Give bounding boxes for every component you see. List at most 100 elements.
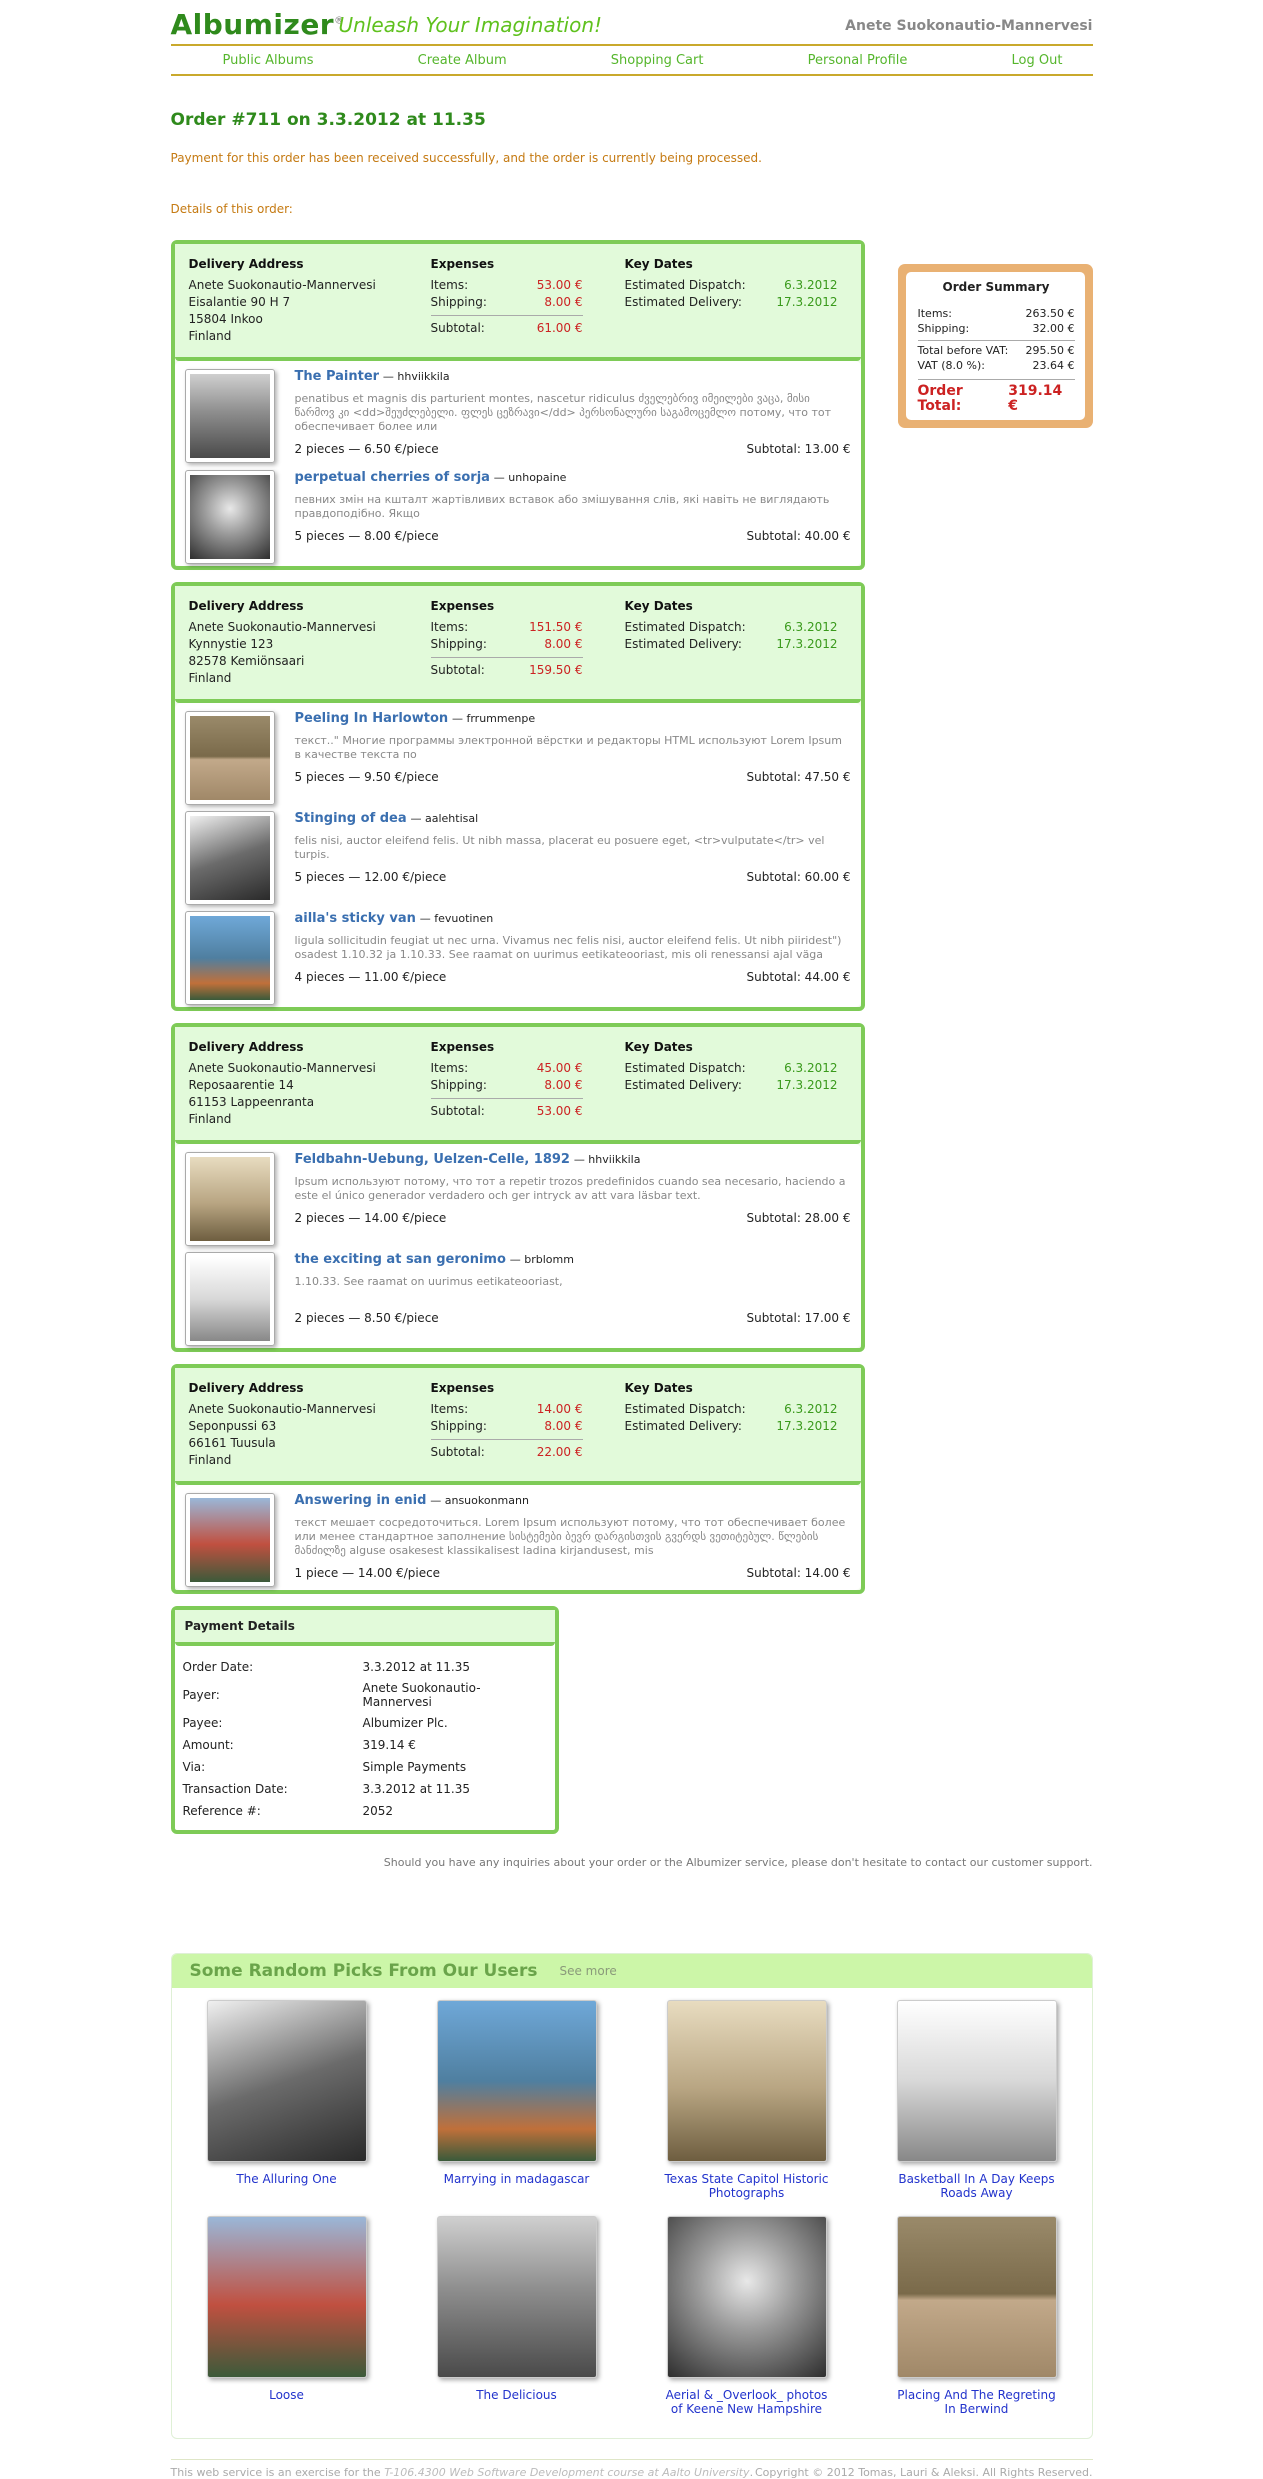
pick-title-link[interactable]: Aerial & _Overlook_ photos of Keene New … [632,2388,862,2416]
dispatch-label: Estimated Dispatch: [624,1061,746,1075]
payment-field-label: Transaction Date: [182,1782,288,1796]
album-thumbnail[interactable] [184,1252,275,1346]
key-dates: Key Dates Estimated Dispatch: 6.3.2012 Esti… [625,598,838,687]
pick-title-link[interactable]: Basketball In A Day Keeps Roads Away [862,2172,1092,2200]
expenses-heading: Expenses [430,1040,495,1054]
items-label: Items: [430,1402,469,1416]
item-quantity-price: 2 pieces — 14.00 €/piece [294,1211,447,1225]
album-description: penatibus et magnis dis parturient monte… [294,392,832,433]
pick-thumbnail[interactable] [666,2000,827,2162]
key-dates: Key Dates Estimated Dispatch: 6.3.2012 Esti… [625,256,838,345]
order-item: perpetual cherries of sorja — unhopaine п… [184,466,851,566]
album-description: 1.10.33. See raamat on uurimus eetikateo… [294,1275,563,1288]
album-thumbnail[interactable] [184,1152,275,1246]
pick-item[interactable]: Texas State Capitol Historic Photographs [632,2000,862,2200]
pick-item[interactable]: Placing And The Regreting In Berwind [862,2216,1092,2416]
payment-field-label: Order Date: [182,1660,254,1674]
album-title-link[interactable]: ailla's sticky van [295,911,416,926]
summary-items-label: Items: [917,307,952,320]
payment-field-label: Payee: [182,1716,223,1730]
pick-thumbnail[interactable] [436,2216,597,2378]
pick-item[interactable]: The Delicious [402,2216,632,2416]
address-line: 66161 Tuusula [188,1436,276,1450]
pick-item[interactable]: Basketball In A Day Keeps Roads Away [862,2000,1092,2200]
see-more-link[interactable]: See more [559,1964,616,1978]
summary-before-vat-label: Total before VAT: [917,344,1009,357]
album-thumbnail[interactable] [184,911,275,1005]
pick-title-link[interactable]: The Alluring One [172,2172,402,2186]
item-subtotal: Subtotal: 13.00 € [746,442,851,456]
album-thumbnail[interactable] [184,1493,275,1587]
album-thumbnail[interactable] [184,369,275,463]
shipping-label: Shipping: [430,295,487,309]
pick-thumbnail[interactable] [436,2000,597,2162]
expenses-heading: Expenses [430,599,495,613]
order-item: Stinging of dea — aalehtisal felis nisi, … [184,807,851,907]
pick-title-link[interactable]: The Delicious [402,2388,632,2402]
pick-title-link[interactable]: Loose [172,2388,402,2402]
shipping-cost: 8.00 € [544,1419,583,1433]
nav-personal-profile[interactable]: Personal Profile [808,53,908,68]
subtotal-label: Subtotal: [430,1104,485,1118]
pick-item[interactable]: Aerial & _Overlook_ photos of Keene New … [632,2216,862,2416]
course-link[interactable]: T-106.4300 Web Software Development cour… [384,2466,749,2479]
album-owner: — hhviikkila [573,1153,641,1166]
pick-thumbnail[interactable] [206,2000,367,2162]
address-line: Seponpussi 63 [188,1419,277,1433]
album-title-link[interactable]: Feldbahn-Uebung, Uelzen-Celle, 1892 [295,1152,570,1167]
address-line: 61153 Lappeenranta [188,1095,315,1109]
pick-thumbnail[interactable] [206,2216,367,2378]
pick-title-link[interactable]: Texas State Capitol Historic Photographs [632,2172,862,2200]
payment-field-value: 3.3.2012 at 11.35 [362,1782,470,1796]
nav-public-albums[interactable]: Public Albums [223,53,314,68]
payment-row: Payee: Albumizer Plc. [183,1712,547,1734]
payment-details-title: Payment Details [174,1610,555,1646]
nav-create-album[interactable]: Create Album [418,53,507,68]
album-title-link[interactable]: Answering in enid [295,1493,427,1508]
items-label: Items: [430,278,469,292]
expenses-heading: Expenses [430,257,495,271]
album-owner: — brblomm [509,1253,574,1266]
shipping-cost: 8.00 € [544,637,583,651]
album-title-link[interactable]: perpetual cherries of sorja [295,470,490,485]
payment-row: Amount: 319.14 € [183,1734,547,1756]
album-title-link[interactable]: the exciting at san geronimo [295,1252,506,1267]
items-label: Items: [430,1061,469,1075]
address-line: Kynnystie 123 [188,637,274,651]
key-dates-heading: Key Dates [624,599,693,613]
nav-shopping-cart[interactable]: Shopping Cart [611,53,704,68]
delivery-address: Delivery Address Anete Suokonautio-Manner… [189,256,431,345]
nav-log-out[interactable]: Log Out [1012,53,1063,68]
pick-thumbnail[interactable] [896,2216,1057,2378]
album-title-link[interactable]: Stinging of dea [295,811,407,826]
pick-item[interactable]: Marrying in madagascar [402,2000,632,2200]
item-quantity-price: 4 pieces — 11.00 €/piece [294,970,447,984]
album-thumbnail[interactable] [184,811,275,905]
pick-item[interactable]: The Alluring One [172,2000,402,2200]
pick-item[interactable]: Loose [172,2216,402,2416]
payment-row: Order Date: 3.3.2012 at 11.35 [183,1656,547,1678]
dispatch-label: Estimated Dispatch: [624,278,746,292]
key-dates-heading: Key Dates [624,257,693,271]
album-thumbnail[interactable] [184,470,275,564]
album-title-link[interactable]: The Painter [295,369,380,384]
pick-thumbnail[interactable] [896,2000,1057,2162]
album-title-link[interactable]: Peeling In Harlowton [295,711,449,726]
site-logo[interactable]: Albumizer® [171,8,345,41]
shipping-label: Shipping: [430,1419,487,1433]
order-item: Answering in enid — ansuokonmann текст ме… [184,1489,851,1590]
album-thumbnail[interactable] [184,711,275,805]
support-note: Should you have any inquiries about your… [383,1856,1093,1869]
order-items: Feldbahn-Uebung, Uelzen-Celle, 1892 — hh… [174,1144,861,1348]
summary-before-vat-value: 295.50 € [1025,344,1075,357]
pick-title-link[interactable]: Marrying in madagascar [402,2172,632,2186]
pick-thumbnail[interactable] [666,2216,827,2378]
payment-field-value: Albumizer Plc. [362,1716,448,1730]
album-owner: — frrummenpe [451,712,536,725]
pick-title-link[interactable]: Placing And The Regreting In Berwind [862,2388,1092,2416]
delivery-label: Estimated Delivery: [624,637,742,651]
payment-details: Payment Details Order Date: 3.3.2012 at 1… [170,1606,559,1834]
delivery-date: 17.3.2012 [776,295,838,309]
album-description: текст.." Многие программы электронной вё… [294,734,842,761]
album-description: ligula sollicitudin feugiat ut nec urna.… [294,934,842,961]
